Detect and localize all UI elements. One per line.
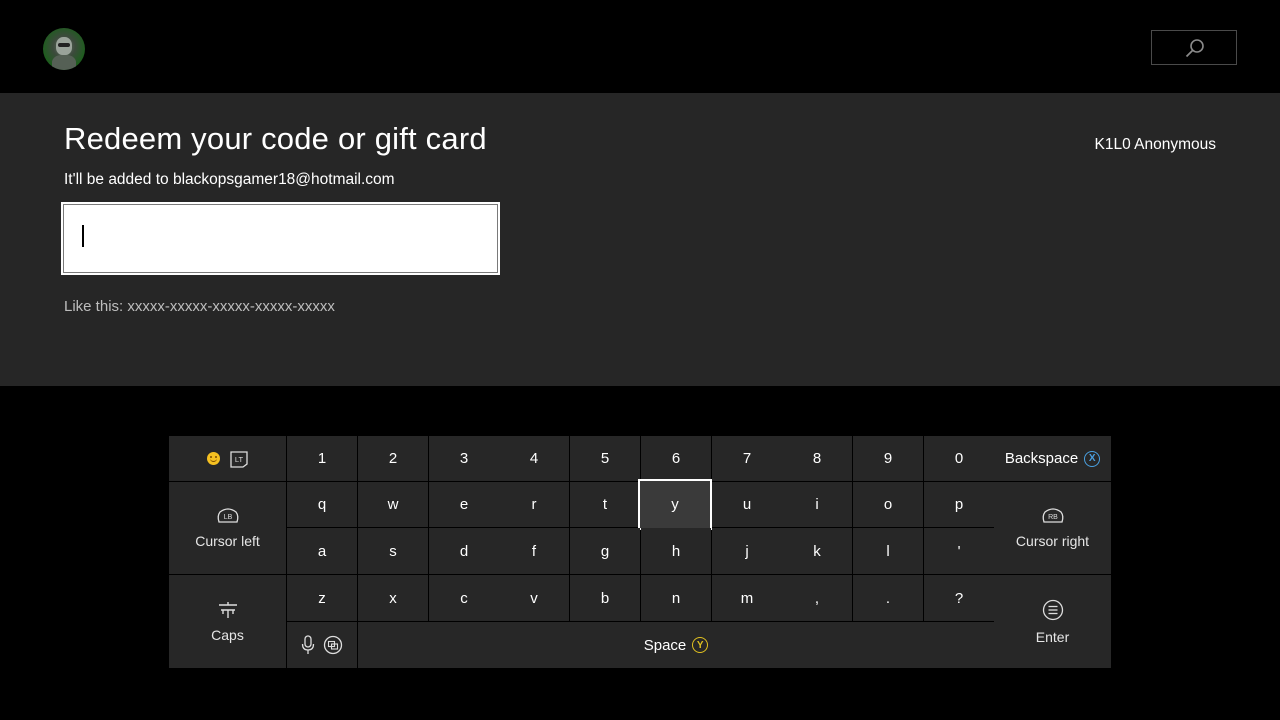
key-d[interactable]: d xyxy=(429,528,499,574)
key-p[interactable]: p xyxy=(924,482,994,527)
cursor-right-key[interactable]: RB Cursor right xyxy=(994,482,1111,574)
space-label: Space xyxy=(643,636,687,654)
key-f[interactable]: f xyxy=(499,528,569,574)
backspace-key[interactable]: Backspace X xyxy=(994,436,1111,481)
svg-text:RB: RB xyxy=(1048,514,1058,521)
key-5[interactable]: 5 xyxy=(570,436,640,481)
key-1[interactable]: 1 xyxy=(287,436,357,481)
key-s[interactable]: s xyxy=(358,528,428,574)
key-o[interactable]: o xyxy=(853,482,923,527)
key-u[interactable]: u xyxy=(712,482,782,527)
key-apostrophe[interactable]: ' xyxy=(924,528,994,574)
key-t[interactable]: t xyxy=(570,482,640,527)
on-screen-keyboard: LT 1 2 3 4 5 6 7 8 9 0 Backspace X LB Cu… xyxy=(169,436,1111,668)
space-key[interactable]: Space Y xyxy=(358,622,994,668)
lt-trigger-icon: LT xyxy=(229,450,248,468)
avatar-body xyxy=(52,55,76,70)
key-h[interactable]: h xyxy=(641,528,711,574)
view-button-icon xyxy=(323,635,343,655)
caps-label: Caps xyxy=(211,626,244,643)
avatar-goggles xyxy=(58,43,70,47)
key-m[interactable]: m xyxy=(712,575,782,621)
code-input[interactable] xyxy=(64,205,497,272)
page-title: Redeem your code or gift card xyxy=(64,121,487,156)
key-7[interactable]: 7 xyxy=(712,436,782,481)
key-0[interactable]: 0 xyxy=(924,436,994,481)
top-bar xyxy=(0,0,1280,93)
emoji-key[interactable]: LT xyxy=(169,436,286,481)
key-k[interactable]: k xyxy=(782,528,852,574)
key-n[interactable]: n xyxy=(641,575,711,621)
key-y[interactable]: y xyxy=(638,479,712,530)
search-icon xyxy=(1185,39,1204,58)
dictation-key[interactable] xyxy=(287,622,357,668)
enter-key[interactable]: Enter xyxy=(994,575,1111,668)
x-button-icon: X xyxy=(1084,450,1101,467)
key-i[interactable]: i xyxy=(782,482,852,527)
enter-label: Enter xyxy=(1035,628,1070,645)
key-r[interactable]: r xyxy=(499,482,569,527)
code-input-frame xyxy=(61,202,500,275)
key-period[interactable]: . xyxy=(853,575,923,621)
cursor-left-key[interactable]: LB Cursor left xyxy=(169,482,286,574)
code-input-box xyxy=(63,204,498,273)
menu-button-icon xyxy=(1042,599,1063,620)
caps-icon xyxy=(218,601,237,618)
key-9[interactable]: 9 xyxy=(853,436,923,481)
key-6[interactable]: 6 xyxy=(641,436,711,481)
key-l[interactable]: l xyxy=(853,528,923,574)
key-q[interactable]: q xyxy=(287,482,357,527)
key-e[interactable]: e xyxy=(429,482,499,527)
svg-text:LT: LT xyxy=(234,455,243,464)
key-j[interactable]: j xyxy=(712,528,782,574)
key-a[interactable]: a xyxy=(287,528,357,574)
redeem-panel: Redeem your code or gift card It'll be a… xyxy=(0,93,1280,386)
gamertag: K1L0 Anonymous xyxy=(1094,136,1216,153)
key-x[interactable]: x xyxy=(358,575,428,621)
key-g[interactable]: g xyxy=(570,528,640,574)
key-b[interactable]: b xyxy=(570,575,640,621)
avatar[interactable] xyxy=(43,28,85,70)
lb-bumper-icon: LB xyxy=(217,508,238,523)
caps-key[interactable]: Caps xyxy=(169,575,286,668)
key-w[interactable]: w xyxy=(358,482,428,527)
backspace-label: Backspace xyxy=(1004,450,1079,467)
key-question[interactable]: ? xyxy=(924,575,994,621)
microphone-icon xyxy=(301,635,315,654)
rb-bumper-icon: RB xyxy=(1042,508,1063,523)
emoji-icon xyxy=(206,452,220,465)
text-caret xyxy=(82,225,84,247)
key-2[interactable]: 2 xyxy=(358,436,428,481)
key-z[interactable]: z xyxy=(287,575,357,621)
key-3[interactable]: 3 xyxy=(429,436,499,481)
key-4[interactable]: 4 xyxy=(499,436,569,481)
cursor-left-label: Cursor left xyxy=(195,533,260,549)
key-comma[interactable]: , xyxy=(782,575,852,621)
search-button[interactable] xyxy=(1151,30,1237,65)
key-8[interactable]: 8 xyxy=(782,436,852,481)
key-v[interactable]: v xyxy=(499,575,569,621)
y-button-icon: Y xyxy=(692,637,709,653)
svg-text:LB: LB xyxy=(223,514,232,521)
code-format-hint: Like this: xxxxx-xxxxx-xxxxx-xxxxx-xxxxx xyxy=(64,298,335,315)
key-c[interactable]: c xyxy=(429,575,499,621)
cursor-right-label: Cursor right xyxy=(1015,533,1090,549)
account-note: It'll be added to blackopsgamer18@hotmai… xyxy=(64,171,395,188)
